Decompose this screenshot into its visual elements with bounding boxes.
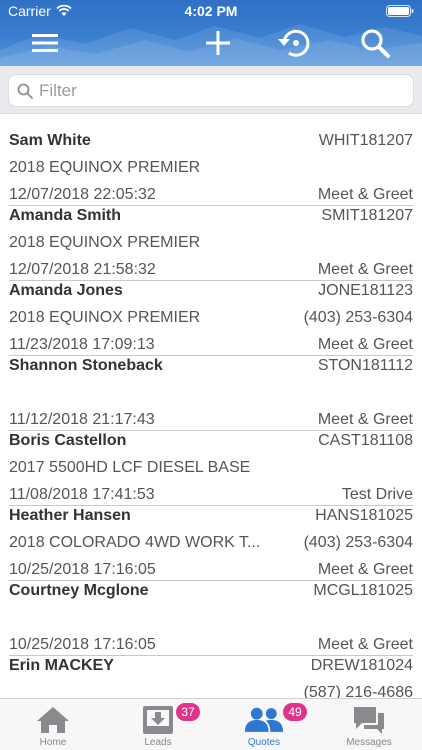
lead-phone: (403) 253-6304: [303, 309, 413, 326]
menu-button[interactable]: [25, 26, 65, 60]
battery-icon: [386, 5, 414, 17]
lead-name: Amanda Smith: [9, 207, 122, 224]
history-icon: [278, 29, 310, 57]
list-item[interactable]: Courtney Mcglone MCGL181025 10/25/2018 17…: [0, 566, 422, 656]
tab-home[interactable]: Home: [0, 699, 106, 750]
tab-messages[interactable]: Messages: [316, 699, 422, 750]
lead-code: CAST181108: [318, 432, 413, 449]
tab-bar: Home 37 Leads 49 Quotes Messages: [0, 698, 422, 750]
filter-field[interactable]: [8, 74, 414, 107]
history-button[interactable]: [274, 26, 314, 60]
lead-phone: (587) 216-4686: [303, 684, 413, 698]
lead-vehicle: 2017 5500HD LCF DIESEL BASE: [9, 459, 251, 476]
lead-code: DREW181024: [310, 657, 413, 674]
list-item[interactable]: Sam White WHIT181207 2018 EQUINOX PREMIER…: [0, 116, 422, 206]
lead-name: Shannon Stoneback: [9, 357, 163, 374]
list-item[interactable]: Amanda Smith SMIT181207 2018 EQUINOX PREM…: [0, 191, 422, 281]
home-icon: [37, 707, 69, 733]
add-button[interactable]: [198, 26, 238, 60]
app-header: Carrier 4:02 PM: [0, 0, 422, 66]
tab-leads[interactable]: 37 Leads: [105, 699, 211, 750]
tab-label: Home: [39, 737, 67, 748]
download-tray-icon: [143, 706, 173, 734]
lead-vehicle: 2018 EQUINOX PREMIER: [9, 159, 201, 176]
plus-icon: [206, 31, 230, 55]
lead-list[interactable]: Sam White WHIT181207 2018 EQUINOX PREMIER…: [0, 116, 422, 698]
search-button[interactable]: [355, 26, 395, 60]
lead-vehicle: 2018 EQUINOX PREMIER: [9, 309, 201, 326]
lead-code: HANS181025: [315, 507, 413, 524]
lead-code: MCGL181025: [313, 582, 413, 599]
tab-label: Quotes: [247, 737, 281, 748]
lead-name: Courtney Mcglone: [9, 582, 149, 599]
list-item[interactable]: Shannon Stoneback STON181112 11/12/2018 2…: [0, 341, 422, 431]
list-item[interactable]: Erin MACKEY DREW181024 (587) 216-4686: [0, 641, 422, 698]
lead-vehicle: 2018 EQUINOX PREMIER: [9, 234, 201, 251]
menu-icon: [32, 34, 58, 52]
lead-name: Erin MACKEY: [9, 657, 114, 674]
tab-label: Leads: [144, 737, 172, 748]
tab-quotes[interactable]: 49 Quotes: [211, 699, 317, 750]
lead-name: Heather Hansen: [9, 507, 131, 524]
lead-code: WHIT181207: [318, 132, 413, 149]
list-item[interactable]: Heather Hansen HANS181025 2018 COLORADO 4…: [0, 491, 422, 581]
tab-label: Messages: [346, 737, 392, 748]
filter-input[interactable]: [39, 80, 399, 101]
people-icon: [244, 707, 284, 732]
filter-bar: [0, 66, 422, 114]
status-time: 4:02 PM: [184, 3, 238, 19]
lead-code: JONE181123: [318, 282, 413, 299]
status-bar: Carrier 4:02 PM: [0, 0, 422, 22]
lead-name: Sam White: [9, 132, 91, 149]
status-right: [386, 4, 414, 20]
lead-code: SMIT181207: [321, 207, 413, 224]
search-icon: [361, 29, 390, 58]
lead-name: Amanda Jones: [9, 282, 123, 299]
lead-name: Boris Castellon: [9, 432, 127, 449]
list-item[interactable]: Boris Castellon CAST181108 2017 5500HD LC…: [0, 416, 422, 506]
leads-badge: 37: [176, 703, 200, 721]
lead-phone: (403) 253-6304: [303, 534, 413, 551]
quotes-badge: 49: [283, 703, 307, 721]
lead-code: STON181112: [317, 357, 413, 374]
magnifier-icon: [17, 83, 33, 99]
chat-icon: [354, 707, 384, 734]
lead-vehicle: 2018 COLORADO 4WD WORK T...: [9, 534, 261, 551]
list-item[interactable]: Amanda Jones JONE181123 2018 EQUINOX PREM…: [0, 266, 422, 356]
